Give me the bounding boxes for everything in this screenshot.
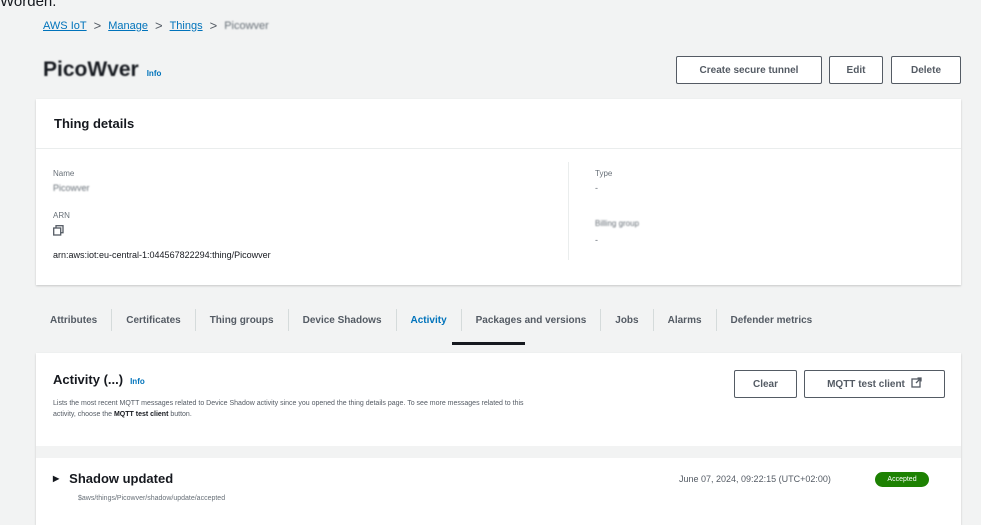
column-divider <box>568 162 569 260</box>
billing-group-value: - <box>595 235 598 245</box>
activity-title: Activity (...) <box>53 372 124 387</box>
type-value: - <box>595 183 598 193</box>
tab-activity[interactable]: Activity <box>397 309 462 331</box>
page-header: PicoWver Info <box>43 58 161 82</box>
clear-button[interactable]: Clear <box>734 370 797 398</box>
thing-details-card: Thing details Name Picowver ARN arn:aws:… <box>36 99 961 285</box>
breadcrumb-manage[interactable]: Manage <box>108 20 148 32</box>
type-label: Type <box>595 169 613 178</box>
tab-defender-metrics[interactable]: Defender metrics <box>717 309 827 331</box>
activity-description: Lists the most recent MQTT messages rela… <box>53 400 524 418</box>
delete-button[interactable]: Delete <box>891 56 961 84</box>
edit-button[interactable]: Edit <box>829 56 883 84</box>
breadcrumb-things[interactable]: Things <box>170 20 203 32</box>
chevron-right-icon: > <box>209 18 218 33</box>
create-secure-tunnel-button[interactable]: Create secure tunnel <box>676 56 822 84</box>
tab-alarms[interactable]: Alarms <box>654 309 717 331</box>
tab-thing-groups[interactable]: Thing groups <box>196 309 289 331</box>
name-value: Picowver <box>53 183 90 193</box>
external-link-icon <box>911 377 922 391</box>
info-link[interactable]: Info <box>147 69 162 78</box>
name-label: Name <box>53 169 75 178</box>
mqtt-test-client-label: MQTT test client <box>827 378 905 390</box>
activity-header: Activity (...) Info <box>53 372 145 387</box>
activity-item-toggle[interactable]: ▶ Shadow updated <box>53 471 173 486</box>
activity-item-timestamp: June 07, 2024, 09:22:15 (UTC+02:00) <box>679 474 831 484</box>
status-badge: Accepted <box>875 472 929 487</box>
breadcrumb-aws-iot[interactable]: AWS IoT <box>43 20 87 32</box>
chevron-right-icon: > <box>154 18 163 33</box>
arn-value: arn:aws:iot:eu-central-1:044567822294:th… <box>53 250 271 260</box>
mqtt-test-client-button[interactable]: MQTT test client <box>804 370 945 398</box>
caret-right-icon: ▶ <box>53 474 60 483</box>
tab-device-shadows[interactable]: Device Shadows <box>289 309 397 331</box>
activity-card: Activity (...) Info Lists the most recen… <box>36 353 961 525</box>
section-divider <box>36 446 961 458</box>
activity-info-link[interactable]: Info <box>130 377 145 386</box>
thing-details-title: Thing details <box>36 99 961 149</box>
billing-group-label: Billing group <box>595 219 640 228</box>
breadcrumb: AWS IoT > Manage > Things > Picowver <box>43 18 269 33</box>
page-title: PicoWver <box>43 58 139 81</box>
breadcrumb-current: Picowver <box>224 19 269 32</box>
active-tab-indicator <box>452 342 525 345</box>
copy-icon[interactable] <box>53 225 67 239</box>
activity-item-title: Shadow updated <box>69 471 174 486</box>
tab-certificates[interactable]: Certificates <box>112 309 196 331</box>
arn-label: ARN <box>53 211 70 220</box>
tab-bar: Attributes Certificates Thing groups Dev… <box>36 295 961 345</box>
tab-jobs[interactable]: Jobs <box>601 309 654 331</box>
tab-packages-and-versions[interactable]: Packages and versions <box>462 309 602 331</box>
tab-attributes[interactable]: Attributes <box>36 309 113 331</box>
chevron-right-icon: > <box>93 18 102 33</box>
activity-item-topic: $aws/things/Picowver/shadow/update/accep… <box>78 495 226 502</box>
cropped-top-text: Worden. <box>0 0 57 10</box>
